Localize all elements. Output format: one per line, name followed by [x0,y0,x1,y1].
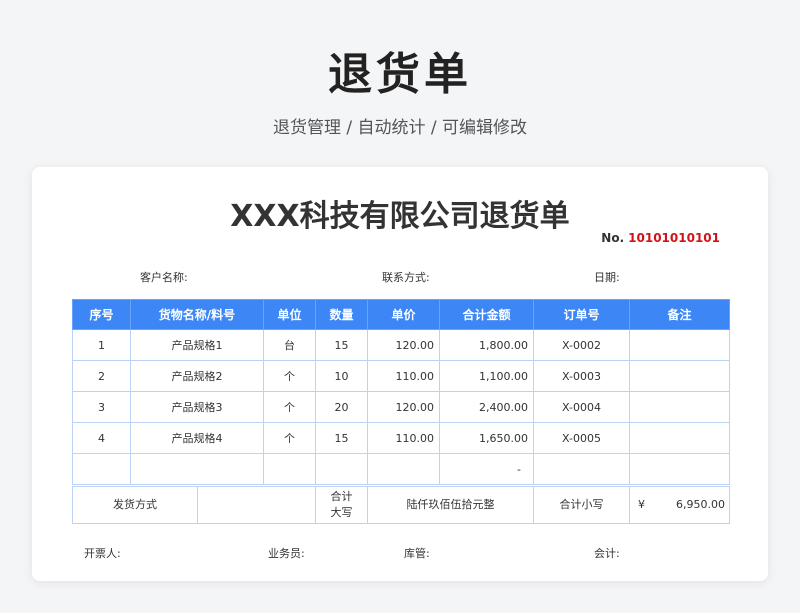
column-header: 货物名称/料号 [130,299,264,330]
cell-order[interactable]: X-0002 [533,329,630,361]
summary-table: 发货方式 合计 大写 陆仟玖佰伍拾元整 合计小写 ¥ 6,950.00 [72,486,730,524]
total-uppercase-value[interactable]: 陆仟玖佰伍拾元整 [367,486,534,524]
table-header-row: 序号 货物名称/料号 单位 数量 单价 合计金额 订单号 备注 [72,299,730,330]
total-uppercase-label-line1: 合计 [330,490,353,503]
summary-row: 发货方式 合计 大写 陆仟玖佰伍拾元整 合计小写 ¥ 6,950.00 [72,486,730,524]
column-header: 单位 [263,299,316,330]
cell-name[interactable]: 产品规格3 [130,391,264,423]
cell-seq[interactable] [72,453,131,485]
contact-label: 联系方式: [382,271,430,284]
column-header: 单价 [367,299,440,330]
shipping-method-value[interactable] [197,486,316,524]
document-number-label: No. [601,231,625,245]
goods-table: 序号 货物名称/料号 单位 数量 单价 合计金额 订单号 备注 1 产品规格1 … [72,299,730,485]
total-lowercase-cell[interactable]: ¥ 6,950.00 [629,486,730,524]
cell-name[interactable]: 产品规格4 [130,422,264,454]
cell-price[interactable] [367,453,440,485]
cell-order[interactable]: X-0005 [533,422,630,454]
cell-unit[interactable]: 个 [263,360,316,392]
cell-seq[interactable]: 2 [72,360,131,392]
cell-order[interactable] [533,453,630,485]
return-form-card: XXX科技有限公司退货单 No. 10101010101 客户名称: 联系方式: … [32,167,768,581]
cell-unit[interactable] [263,453,316,485]
cell-price[interactable]: 120.00 [367,391,440,423]
cell-unit[interactable]: 台 [263,329,316,361]
cell-unit[interactable]: 个 [263,422,316,454]
warehouse-label: 库管: [404,547,430,560]
cell-seq[interactable]: 1 [72,329,131,361]
cell-note[interactable] [629,391,730,423]
cell-price[interactable]: 110.00 [367,360,440,392]
date-label: 日期: [594,271,620,284]
cell-amount[interactable]: 1,800.00 [439,329,534,361]
total-uppercase-label-line2: 大写 [330,506,353,519]
cell-note[interactable] [629,360,730,392]
table-row: 2 产品规格2 个 10 110.00 1,100.00 X-0003 [72,360,730,392]
cell-amount[interactable]: - [439,453,534,485]
cell-qty[interactable]: 20 [315,391,368,423]
cell-order[interactable]: X-0004 [533,391,630,423]
page-subtitle: 退货管理 / 自动统计 / 可编辑修改 [272,118,528,138]
table-row-empty: - [72,453,730,485]
issuer-label: 开票人: [84,547,121,560]
cell-qty[interactable]: 10 [315,360,368,392]
cell-qty[interactable]: 15 [315,329,368,361]
cell-amount[interactable]: 1,100.00 [439,360,534,392]
cell-seq[interactable]: 4 [72,422,131,454]
column-header: 备注 [629,299,730,330]
cell-note[interactable] [629,329,730,361]
table-row: 1 产品规格1 台 15 120.00 1,800.00 X-0002 [72,329,730,361]
column-header: 序号 [72,299,131,330]
cell-price[interactable]: 120.00 [367,329,440,361]
cell-qty[interactable] [315,453,368,485]
cell-price[interactable]: 110.00 [367,422,440,454]
page-title: 退货单 [328,49,472,100]
company-title: XXX科技有限公司退货单 [230,199,570,234]
cell-order[interactable]: X-0003 [533,360,630,392]
table-row: 4 产品规格4 个 15 110.00 1,650.00 X-0005 [72,422,730,454]
total-lowercase-value: 6,950.00 [676,498,725,511]
salesperson-label: 业务员: [268,547,305,560]
column-header: 数量 [315,299,368,330]
cell-amount[interactable]: 2,400.00 [439,391,534,423]
document-number: No. 10101010101 [601,231,720,245]
cell-note[interactable] [629,422,730,454]
cell-name[interactable] [130,453,264,485]
cell-amount[interactable]: 1,650.00 [439,422,534,454]
cell-name[interactable]: 产品规格1 [130,329,264,361]
column-header: 合计金额 [439,299,534,330]
cell-unit[interactable]: 个 [263,391,316,423]
document-number-value[interactable]: 10101010101 [628,231,720,245]
shipping-method-label: 发货方式 [72,486,198,524]
currency-symbol: ¥ [638,498,645,511]
total-lowercase-label: 合计小写 [533,486,630,524]
accountant-label: 会计: [594,547,620,560]
column-header: 订单号 [533,299,630,330]
customer-name-label: 客户名称: [140,271,188,284]
cell-qty[interactable]: 15 [315,422,368,454]
cell-note[interactable] [629,453,730,485]
cell-seq[interactable]: 3 [72,391,131,423]
cell-name[interactable]: 产品规格2 [130,360,264,392]
total-uppercase-label: 合计 大写 [315,486,368,524]
table-row: 3 产品规格3 个 20 120.00 2,400.00 X-0004 [72,391,730,423]
